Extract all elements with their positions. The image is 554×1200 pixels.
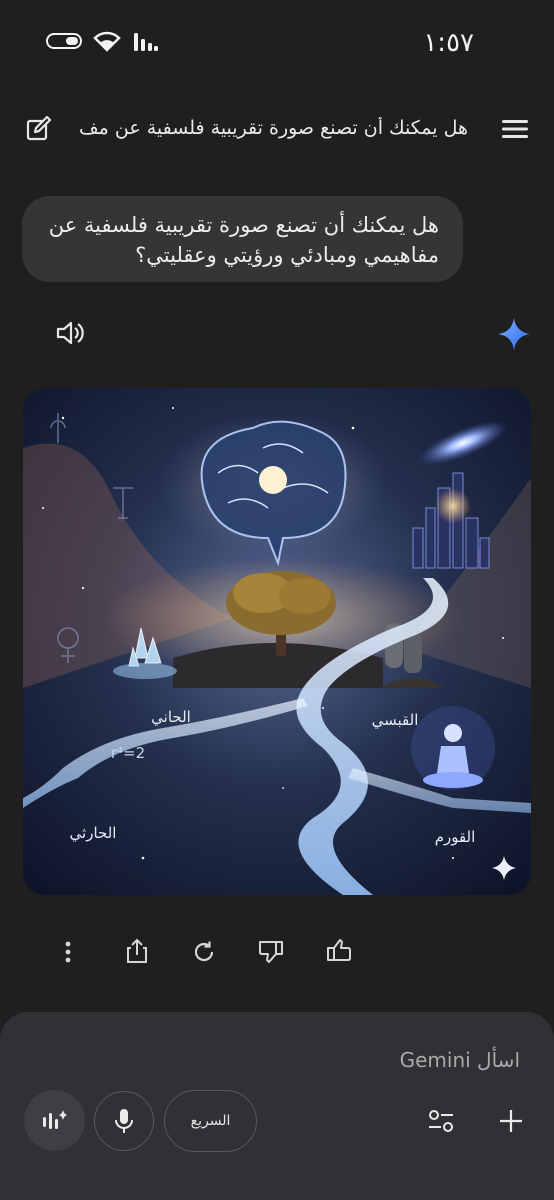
image-label-bottom-left: الحارثي xyxy=(70,824,117,843)
image-label-top-left: الحاني xyxy=(151,708,191,727)
microphone-icon xyxy=(115,1109,133,1133)
new-chat-icon[interactable] xyxy=(26,116,52,142)
conversation-title[interactable]: هل يمكنك أن تصنع صورة تقريبية فلسفية عن … xyxy=(80,117,468,139)
model-selector-button[interactable]: السريع xyxy=(164,1090,257,1152)
menu-icon[interactable] xyxy=(502,118,528,140)
prompt-input[interactable]: اسأل Gemini xyxy=(400,1048,520,1072)
more-options-icon[interactable] xyxy=(62,940,74,964)
gemini-sparkle-icon xyxy=(498,318,530,350)
battery-icon xyxy=(46,33,82,49)
user-message-text: هل يمكنك أن تصنع صورة تقريبية فلسفية عن … xyxy=(48,213,439,267)
status-time: ١:٥٧ xyxy=(423,28,474,58)
add-icon[interactable] xyxy=(499,1109,523,1133)
share-icon[interactable] xyxy=(126,938,148,964)
user-message-bubble: هل يمكنك أن تصنع صورة تقريبية فلسفية عن … xyxy=(22,196,463,282)
image-label-right: القبسي xyxy=(372,711,419,730)
image-label-equation: r⁴=2 xyxy=(111,744,145,762)
regenerate-icon[interactable] xyxy=(192,940,216,964)
live-button[interactable] xyxy=(24,1090,85,1151)
generated-image[interactable]: الحاني القبسي الحارثي القورم r⁴=2 xyxy=(23,388,531,895)
thumbs-up-icon[interactable] xyxy=(326,938,352,962)
thumbs-down-icon[interactable] xyxy=(258,940,284,964)
image-label-bottom-right: القورم xyxy=(435,828,476,846)
wifi-icon xyxy=(93,31,121,52)
signal-icon xyxy=(134,33,158,51)
status-bar: ١:٥٧ xyxy=(0,0,554,80)
live-waveform-icon xyxy=(42,1109,67,1129)
model-selector-label: السريع xyxy=(190,1113,231,1129)
voice-input-button[interactable] xyxy=(94,1091,154,1151)
speaker-icon[interactable] xyxy=(56,320,84,346)
input-panel xyxy=(0,1012,554,1200)
tools-icon[interactable] xyxy=(428,1109,454,1133)
